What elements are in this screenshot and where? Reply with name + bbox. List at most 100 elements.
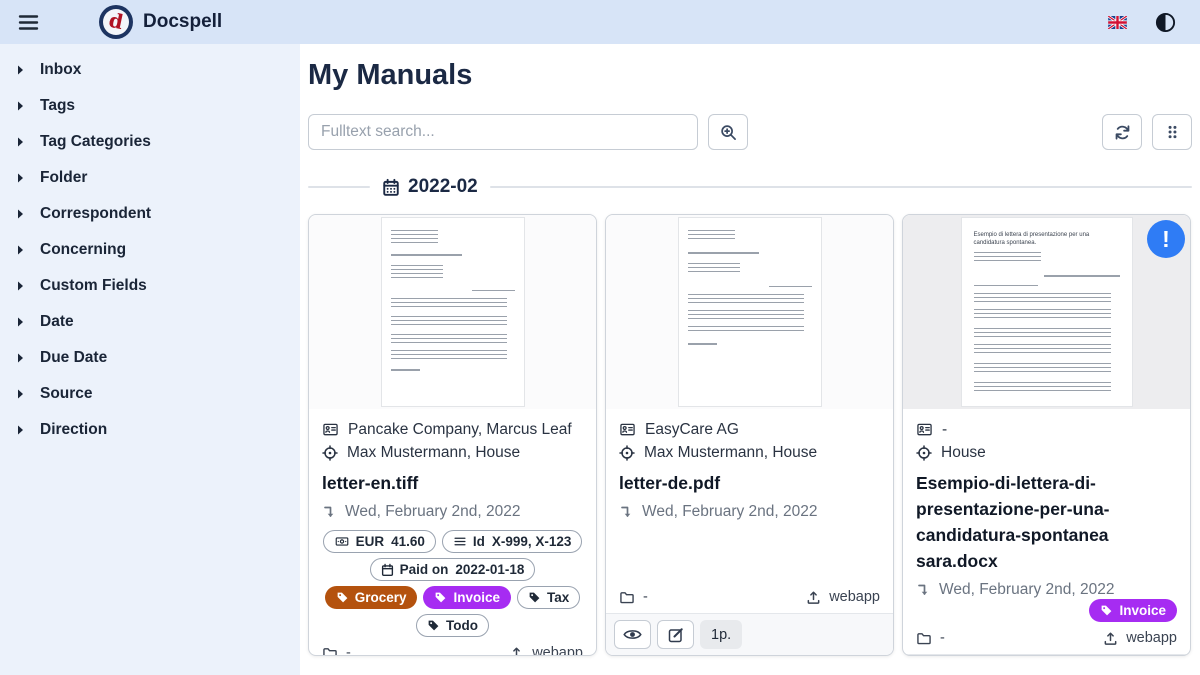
search-input[interactable] (308, 114, 698, 150)
money-bill-icon (334, 535, 350, 548)
correspondent-row: Pancake Company, Marcus Leaf (322, 419, 583, 440)
tag-icon (528, 591, 541, 604)
source-label: webapp (1126, 630, 1177, 646)
sidebar-item-source[interactable]: Source (0, 376, 300, 412)
folder-source-row: - webapp (619, 589, 880, 609)
sidebar-item-label: Folder (40, 169, 87, 187)
caret-right-icon (16, 388, 25, 400)
sidebar-item-label: Correspondent (40, 205, 151, 223)
badges: EUR 41.60 IdX-999, X-123 Paid on 2022-01-1… (322, 530, 583, 637)
item-card: EasyCare AG Max Mustermann, House letter… (605, 214, 894, 656)
tag-icon (434, 591, 447, 604)
arrow-turn-down-icon (619, 505, 633, 520)
list-view-toggle-button[interactable] (1152, 114, 1192, 150)
document-preview-heading: Esempio di lettera di presentazione per … (974, 232, 1120, 247)
tag-badge[interactable]: Grocery (325, 586, 418, 609)
dark-mode-toggle-icon[interactable] (1155, 12, 1176, 33)
custom-field-badge: EUR 41.60 (323, 530, 436, 553)
sidebar-item-correspondent[interactable]: Correspondent (0, 196, 300, 232)
correspondent-row: - (916, 419, 1177, 440)
sidebar-item-tag-categories[interactable]: Tag Categories (0, 124, 300, 160)
sidebar-item-custom-fields[interactable]: Custom Fields (0, 268, 300, 304)
document-thumbnail[interactable] (309, 215, 596, 409)
attachment-pages-label: 1p. (700, 620, 742, 649)
correspondent-row: EasyCare AG (619, 419, 880, 440)
item-date: Wed, February 2nd, 2022 (642, 503, 818, 521)
tag-badge[interactable]: Invoice (423, 586, 511, 609)
sidebar-item-due-date[interactable]: Due Date (0, 340, 300, 376)
sidebar-item-label: Tags (40, 97, 75, 115)
folder-icon (619, 590, 635, 604)
tag-label: Todo (446, 617, 478, 634)
tag-label: Invoice (453, 589, 500, 606)
list-icon (453, 535, 467, 548)
document-thumbnail[interactable] (606, 215, 893, 409)
tag-badge[interactable]: Invoice (1089, 599, 1177, 622)
due-date-badge: Paid on 2022-01-18 (370, 558, 536, 581)
caret-right-icon (16, 352, 25, 364)
item-date-row: Wed, February 2nd, 2022 (322, 503, 583, 521)
sidebar-item-date[interactable]: Date (0, 304, 300, 340)
month-group-divider: 2022-02 (308, 176, 1192, 198)
sidebar-item-label: Source (40, 385, 93, 403)
sidebar-item-label: Custom Fields (40, 277, 147, 295)
sidebar-item-folder[interactable]: Folder (0, 160, 300, 196)
tag-badge[interactable]: Todo (416, 614, 489, 637)
item-date-row: Wed, February 2nd, 2022 (619, 503, 880, 521)
crosshair-icon (916, 445, 932, 461)
calendar-icon (381, 563, 394, 577)
source-label: webapp (829, 589, 880, 605)
sidebar-item-direction[interactable]: Direction (0, 412, 300, 448)
calendar-icon (382, 178, 400, 197)
language-flag-icon[interactable] (1108, 16, 1127, 29)
preview-button[interactable] (614, 620, 651, 649)
sidebar-item-concerning[interactable]: Concerning (0, 232, 300, 268)
search-button[interactable] (708, 114, 748, 150)
sidebar-item-inbox[interactable]: Inbox (0, 52, 300, 88)
address-card-icon (322, 422, 339, 437)
badges: Invoice (916, 599, 1177, 622)
main-content: My Manuals 2022-02 (300, 44, 1200, 675)
item-title[interactable]: letter-de.pdf (619, 470, 880, 496)
custom-field-badge: IdX-999, X-123 (442, 530, 583, 553)
address-card-icon (916, 422, 933, 437)
sidebar-item-tags[interactable]: Tags (0, 88, 300, 124)
sidebar-item-label: Inbox (40, 61, 81, 79)
item-title[interactable]: Esempio-di-lettera-di-presentazione-per-… (916, 470, 1177, 574)
crosshair-icon (322, 445, 338, 461)
concerning-row: House (916, 442, 1177, 463)
tag-icon (1100, 604, 1113, 617)
eye-icon (623, 628, 642, 641)
caret-right-icon (16, 100, 25, 112)
page-title: My Manuals (308, 58, 1192, 92)
field-label: Id (473, 533, 485, 550)
sidebar-item-label: Due Date (40, 349, 107, 367)
item-title[interactable]: letter-en.tiff (322, 470, 583, 496)
card-footer: 2p. (903, 654, 1190, 656)
refresh-button[interactable] (1102, 114, 1142, 150)
search-bar (308, 114, 1192, 150)
edit-button[interactable] (657, 620, 694, 649)
tag-badge[interactable]: Tax (517, 586, 580, 609)
folder-icon (322, 646, 338, 656)
tag-label: Invoice (1119, 602, 1166, 619)
upload-icon (806, 590, 821, 605)
field-value: 2022-01-18 (455, 561, 524, 578)
folder-label: - (346, 645, 351, 656)
concerning-row: Max Mustermann, House (619, 442, 880, 463)
refresh-icon (1114, 124, 1131, 141)
caret-right-icon (16, 424, 25, 436)
new-item-badge[interactable]: ! (1147, 220, 1185, 258)
folder-label: - (940, 630, 945, 646)
caret-right-icon (16, 172, 25, 184)
item-card-list: Pancake Company, Marcus Leaf Max Musterm… (308, 214, 1192, 656)
source-label: webapp (532, 645, 583, 656)
field-value: 41.60 (391, 533, 425, 550)
pencil-square-icon (668, 627, 684, 643)
field-label: EUR (356, 533, 385, 550)
tag-label: Grocery (355, 589, 407, 606)
field-label: Paid on (400, 561, 449, 578)
concerning-label: Max Mustermann, House (644, 442, 817, 463)
menu-icon[interactable] (14, 10, 43, 35)
caret-right-icon (16, 64, 25, 76)
